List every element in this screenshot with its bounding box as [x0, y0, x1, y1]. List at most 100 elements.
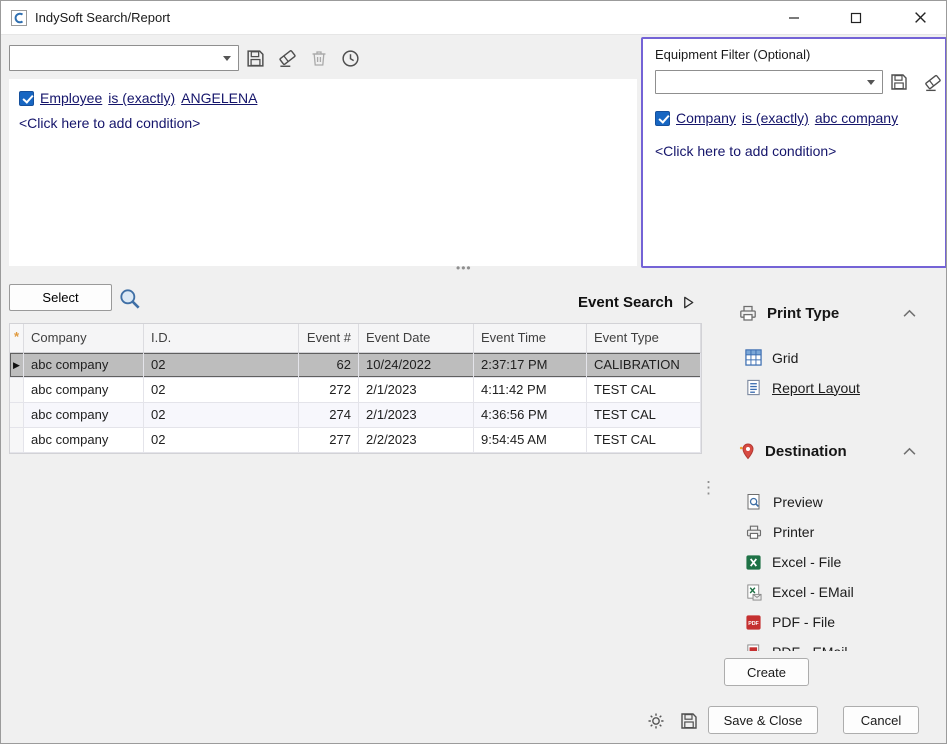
cell-company[interactable]: abc company	[24, 353, 144, 377]
destination-option-preview[interactable]: Preview	[745, 487, 940, 517]
chevron-down-icon	[867, 80, 875, 85]
preview-icon	[745, 493, 763, 511]
company-condition-value-link[interactable]: abc company	[815, 110, 898, 126]
select-button[interactable]: Select	[9, 284, 112, 311]
column-header-company[interactable]: Company	[24, 324, 144, 352]
results-grid: * Company I.D. Event # Event Date Event …	[9, 323, 702, 454]
grid-body: ▶ abc company 02 62 10/24/2022 2:37:17 P…	[10, 353, 701, 453]
saved-search-combobox[interactable]	[9, 45, 239, 71]
close-icon	[914, 11, 927, 24]
save-search-button[interactable]	[242, 45, 268, 71]
printer-icon	[738, 303, 758, 323]
report-icon	[745, 379, 762, 396]
save-icon	[679, 711, 699, 731]
column-header-event-type[interactable]: Event Type	[587, 324, 701, 352]
column-header-event-number[interactable]: Event #	[299, 324, 359, 352]
employee-condition-operator-link[interactable]: is (exactly)	[108, 90, 175, 106]
cell-event-date[interactable]: 10/24/2022	[359, 353, 474, 377]
table-row[interactable]: abc company 02 277 2/2/2023 9:54:45 AM T…	[10, 428, 701, 453]
cell-event-number[interactable]: 272	[299, 378, 359, 402]
column-header-id[interactable]: I.D.	[144, 324, 299, 352]
cell-event-type[interactable]: TEST CAL	[587, 378, 701, 402]
cell-event-number[interactable]: 274	[299, 403, 359, 427]
company-condition-operator-link[interactable]: is (exactly)	[742, 110, 809, 126]
indysoft-search-report-window: IndySoft Search/Report Employee is (exac…	[0, 0, 947, 744]
cell-event-time[interactable]: 4:36:56 PM	[474, 403, 587, 427]
destination-option-excel-email[interactable]: Excel - EMail	[745, 577, 940, 607]
grid-icon	[745, 349, 762, 366]
cell-event-time[interactable]: 4:11:42 PM	[474, 378, 587, 402]
history-button[interactable]	[337, 45, 363, 71]
table-row[interactable]: abc company 02 274 2/1/2023 4:36:56 PM T…	[10, 403, 701, 428]
cell-event-time[interactable]: 9:54:45 AM	[474, 428, 587, 452]
cell-id[interactable]: 02	[144, 353, 299, 377]
table-row[interactable]: ▶ abc company 02 62 10/24/2022 2:37:17 P…	[10, 353, 701, 378]
employee-condition-checkbox[interactable]	[19, 91, 34, 106]
cell-event-type[interactable]: TEST CAL	[587, 428, 701, 452]
horizontal-splitter[interactable]: •••	[1, 264, 947, 278]
minimize-button[interactable]	[771, 1, 817, 34]
table-row[interactable]: abc company 02 272 2/1/2023 4:11:42 PM T…	[10, 378, 701, 403]
employee-condition-row: Employee is (exactly) ANGELENA	[19, 87, 627, 109]
cell-event-number[interactable]: 62	[299, 353, 359, 377]
equipment-filter-group: Equipment Filter (Optional) Company is (…	[641, 37, 947, 268]
cell-event-date[interactable]: 2/1/2023	[359, 403, 474, 427]
company-condition-checkbox[interactable]	[655, 111, 670, 126]
destination-pdf-email-label: PDF - EMail	[772, 644, 847, 651]
vertical-splitter[interactable]: ⋮	[700, 471, 716, 507]
splitter-grip-icon: ⋮	[700, 478, 717, 497]
cell-event-date[interactable]: 2/1/2023	[359, 378, 474, 402]
cell-id[interactable]: 02	[144, 428, 299, 452]
app-icon	[11, 10, 27, 26]
print-type-option-grid[interactable]: Grid	[745, 349, 798, 366]
cell-id[interactable]: 02	[144, 403, 299, 427]
destination-option-pdf-file[interactable]: PDF PDF - File	[745, 607, 940, 637]
cell-event-date[interactable]: 2/2/2023	[359, 428, 474, 452]
cell-event-type[interactable]: TEST CAL	[587, 403, 701, 427]
employee-condition-value-link[interactable]: ANGELENA	[181, 90, 257, 106]
cell-event-time[interactable]: 2:37:17 PM	[474, 353, 587, 377]
save-icon	[889, 72, 909, 92]
employee-condition-field-link[interactable]: Employee	[40, 90, 102, 106]
equipment-add-condition-link[interactable]: <Click here to add condition>	[655, 143, 836, 159]
settings-button[interactable]	[643, 708, 669, 734]
company-condition-field-link[interactable]: Company	[676, 110, 736, 126]
cell-company[interactable]: abc company	[24, 378, 144, 402]
company-condition-row: Company is (exactly) abc company	[655, 107, 898, 129]
row-indicator	[10, 428, 24, 452]
equipment-filter-save-button[interactable]	[886, 69, 912, 95]
pdf-email-icon	[745, 644, 762, 652]
column-header-event-time[interactable]: Event Time	[474, 324, 587, 352]
clear-search-button[interactable]	[274, 45, 300, 71]
print-type-option-report-layout[interactable]: Report Layout	[745, 379, 860, 396]
save-settings-button[interactable]	[676, 708, 702, 734]
destination-header[interactable]: Destination	[738, 442, 916, 461]
create-button[interactable]: Create	[724, 658, 809, 686]
event-search-expander[interactable]: Event Search	[578, 294, 696, 311]
cell-event-number[interactable]: 277	[299, 428, 359, 452]
cancel-button[interactable]: Cancel	[843, 706, 919, 734]
destination-option-pdf-email[interactable]: PDF - EMail	[745, 637, 940, 651]
save-and-close-button[interactable]: Save & Close	[708, 706, 818, 734]
event-search-label: Event Search	[578, 294, 673, 311]
clock-icon	[340, 48, 361, 69]
equipment-filter-combobox[interactable]	[655, 70, 883, 94]
cell-event-type[interactable]: CALIBRATION	[587, 353, 701, 377]
row-indicator	[10, 403, 24, 427]
cell-company[interactable]: abc company	[24, 403, 144, 427]
close-button[interactable]	[895, 1, 946, 34]
destination-option-printer[interactable]: Printer	[745, 517, 940, 547]
equipment-filter-clear-button[interactable]	[919, 69, 945, 95]
column-header-event-date[interactable]: Event Date	[359, 324, 474, 352]
destination-option-excel-file[interactable]: Excel - File	[745, 547, 940, 577]
delete-search-button[interactable]	[306, 45, 332, 71]
destination-excel-file-label: Excel - File	[772, 554, 841, 570]
add-condition-link[interactable]: <Click here to add condition>	[19, 115, 627, 131]
run-search-button[interactable]	[116, 285, 144, 313]
maximize-button[interactable]	[833, 1, 879, 34]
cell-id[interactable]: 02	[144, 378, 299, 402]
grid-corner-star: *	[10, 324, 24, 352]
print-type-header[interactable]: Print Type	[738, 303, 916, 323]
window-title: IndySoft Search/Report	[35, 1, 170, 35]
cell-company[interactable]: abc company	[24, 428, 144, 452]
